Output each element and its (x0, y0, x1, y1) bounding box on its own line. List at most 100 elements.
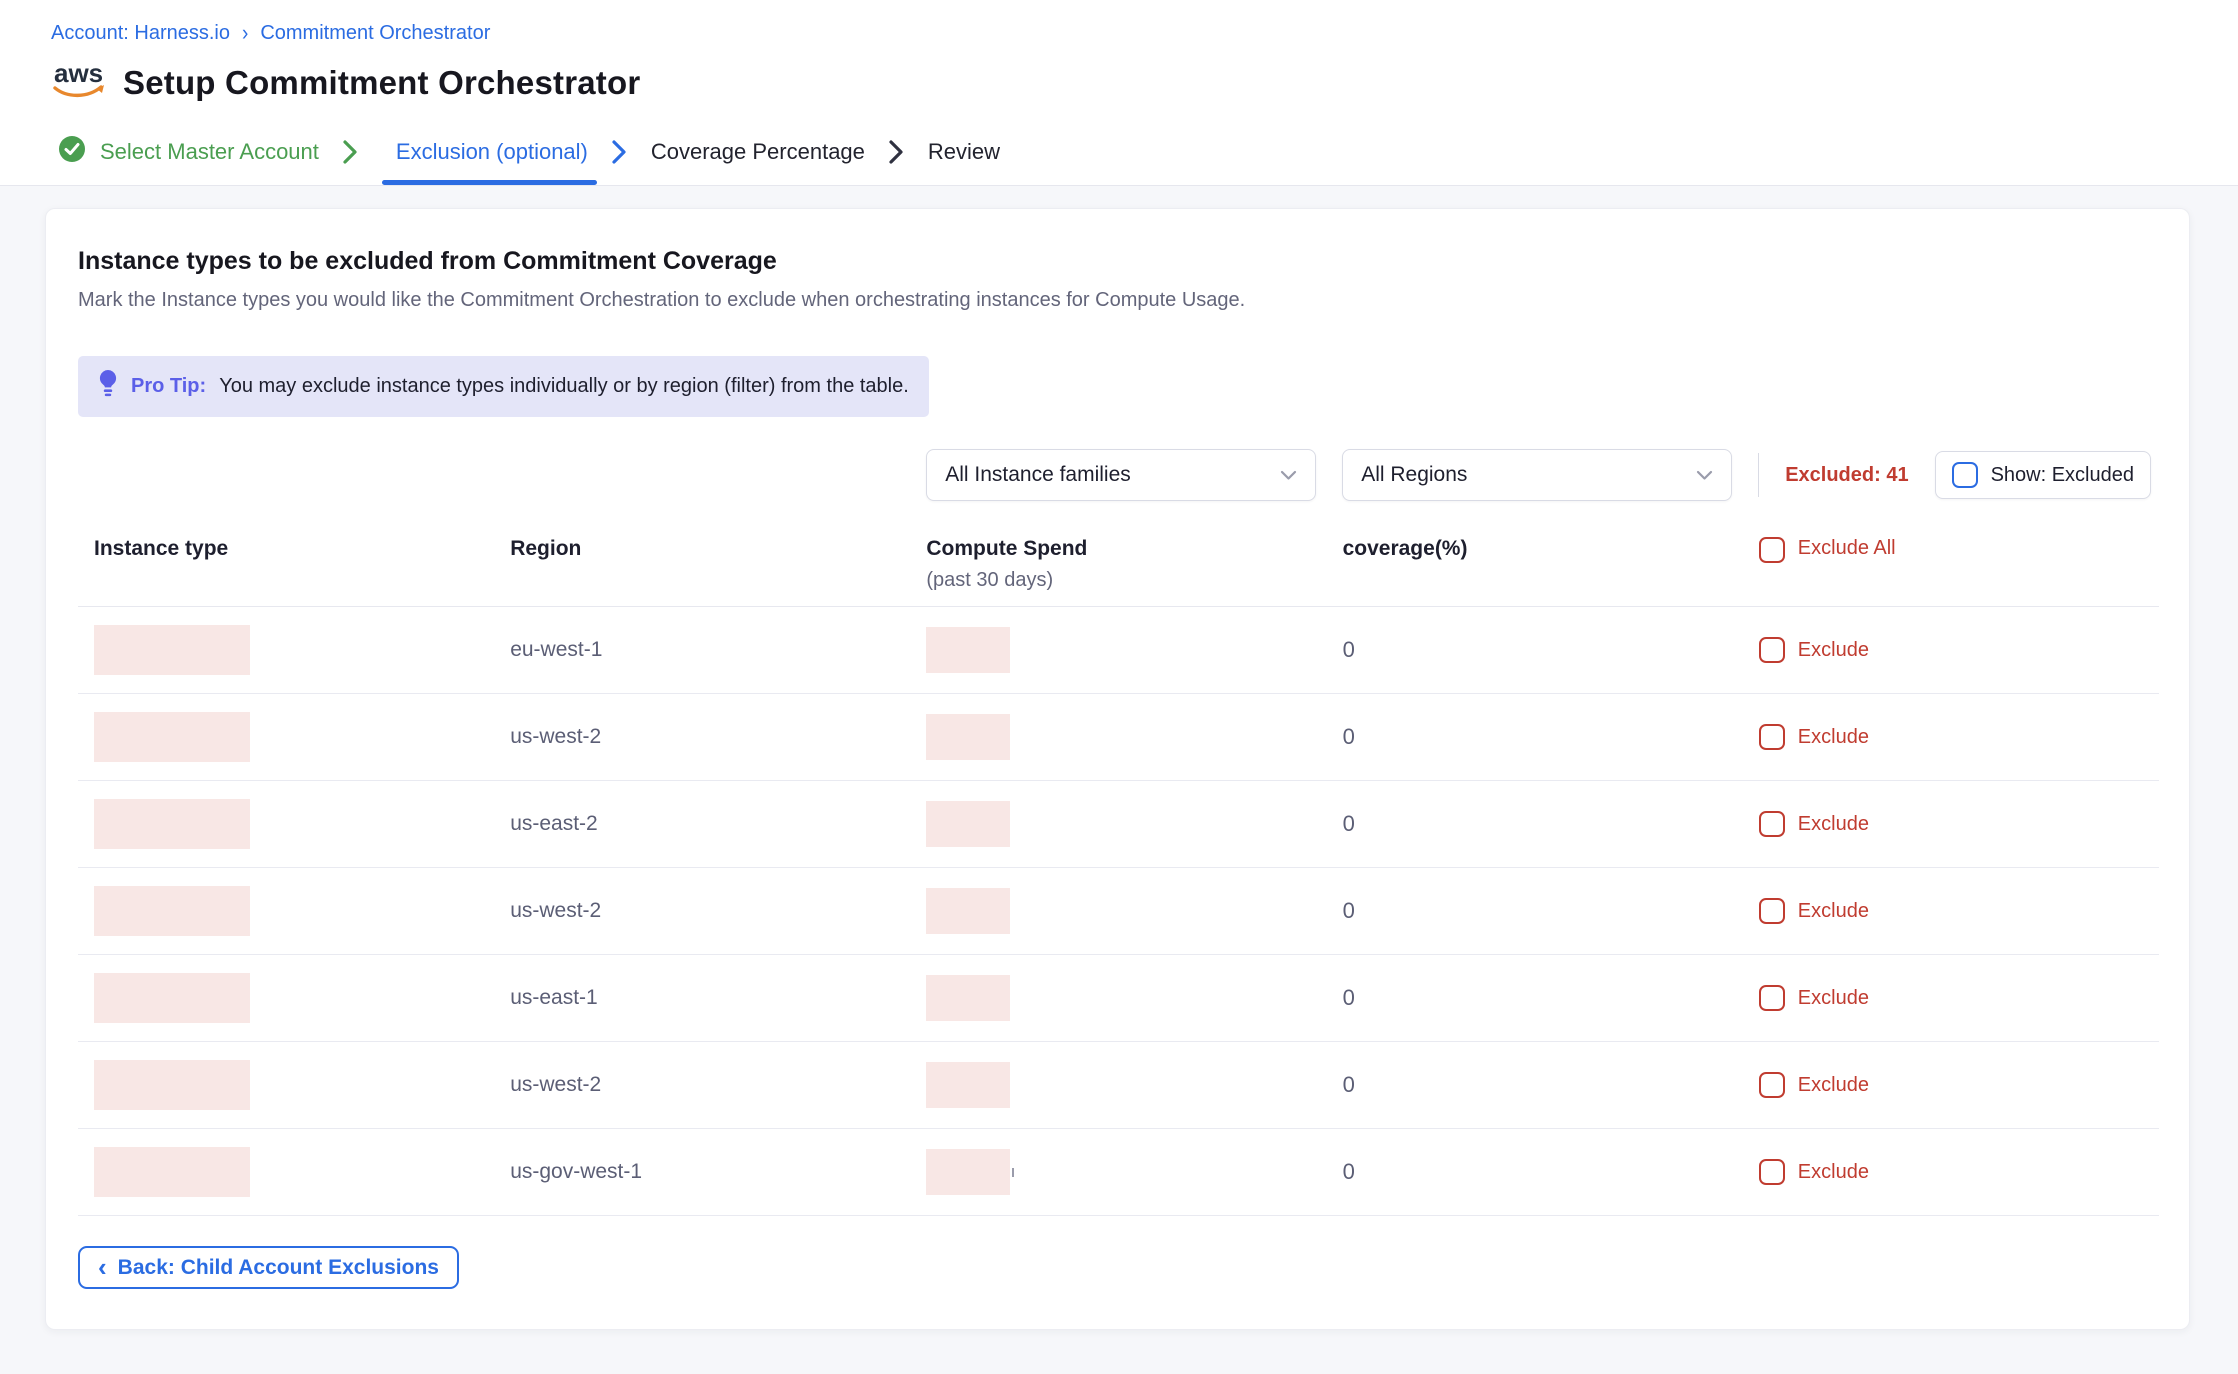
show-excluded-toggle[interactable]: Show: Excluded (1935, 451, 2151, 499)
chevron-down-icon (1696, 463, 1713, 487)
content-area: Instance types to be excluded from Commi… (0, 186, 2238, 1374)
coverage-value: 0 (1327, 724, 1743, 750)
step-exclusion[interactable]: Exclusion (optional) (396, 139, 588, 165)
exclude-control[interactable]: Exclude (1743, 898, 2159, 924)
table-row: us-west-2 0 Exclude (78, 868, 2159, 955)
exclude-label: Exclude (1798, 726, 1869, 749)
exclude-control[interactable]: Exclude (1743, 1072, 2159, 1098)
regions-dropdown[interactable]: All Regions (1342, 449, 1732, 501)
exclude-checkbox[interactable] (1759, 898, 1785, 924)
compute-spend-redaction (926, 888, 1010, 934)
region-value: us-west-2 (494, 1073, 910, 1097)
chevron-down-icon (1280, 463, 1297, 487)
table-header-row: Instance type Region Compute Spend (past… (78, 537, 2159, 607)
exclude-checkbox[interactable] (1759, 1072, 1785, 1098)
exclude-control[interactable]: Exclude (1743, 985, 2159, 1011)
page-header: Account: Harness.io › Commitment Orchest… (0, 0, 2238, 118)
region-value: us-west-2 (494, 899, 910, 923)
exclude-checkbox[interactable] (1759, 724, 1785, 750)
step-label: Select Master Account (100, 139, 319, 165)
instance-type-redaction (94, 712, 250, 762)
instance-type-redaction (94, 973, 250, 1023)
lightbulb-icon (98, 369, 118, 404)
step-label: Coverage Percentage (651, 139, 865, 165)
exclude-label: Exclude (1798, 639, 1869, 662)
region-value: us-west-2 (494, 725, 910, 749)
dropdown-value: All Regions (1361, 463, 1467, 487)
step-select-master-account[interactable]: Select Master Account (58, 118, 319, 185)
instance-type-redaction (94, 1147, 250, 1197)
instance-type-redaction (94, 1060, 250, 1110)
exclude-control[interactable]: Exclude (1743, 724, 2159, 750)
show-excluded-label: Show: Excluded (1991, 464, 2134, 487)
compute-spend-redaction (926, 714, 1010, 760)
chevron-right-icon (612, 139, 627, 165)
step-coverage-percentage[interactable]: Coverage Percentage (651, 118, 865, 185)
breadcrumb-account-link[interactable]: Account: Harness.io (51, 22, 230, 45)
setup-stepper: Select Master Account Exclusion (optiona… (0, 118, 2238, 186)
exclude-checkbox[interactable] (1759, 985, 1785, 1011)
exclude-control[interactable]: Exclude (1743, 1159, 2159, 1185)
step-exclusion-active-group: Exclusion (optional) (382, 118, 651, 185)
breadcrumb: Account: Harness.io › Commitment Orchest… (51, 22, 2238, 45)
region-value: us-east-1 (494, 986, 910, 1010)
col-header-instance-type: Instance type (78, 537, 494, 592)
exclude-all-label: Exclude All (1798, 537, 1896, 560)
exclude-all-checkbox[interactable] (1759, 537, 1785, 563)
compute-spend-redaction (926, 1149, 1010, 1195)
exclude-control[interactable]: Exclude (1743, 811, 2159, 837)
excluded-count-badge: Excluded: 41 (1785, 464, 1908, 487)
exclusion-table: Instance type Region Compute Spend (past… (78, 537, 2159, 1216)
pro-tip-label: Pro Tip: (131, 375, 206, 398)
table-row: us-gov-west-1 0 Exclude (78, 1129, 2159, 1216)
table-row: us-west-2 0 Exclude (78, 1042, 2159, 1129)
breadcrumb-current-link[interactable]: Commitment Orchestrator (260, 22, 490, 45)
vertical-divider (1758, 453, 1759, 497)
table-row: us-west-2 0 Exclude (78, 694, 2159, 781)
breadcrumb-separator-icon: › (242, 21, 248, 46)
exclude-all-control[interactable]: Exclude All (1743, 537, 2159, 592)
compute-spend-title: Compute Spend (926, 537, 1087, 560)
exclude-checkbox[interactable] (1759, 637, 1785, 663)
coverage-value: 0 (1327, 985, 1743, 1011)
col-header-compute-spend: Compute Spend (past 30 days) (910, 537, 1326, 592)
show-excluded-checkbox[interactable] (1952, 462, 1978, 488)
coverage-value: 0 (1327, 898, 1743, 924)
step-label: Review (928, 139, 1000, 165)
instance-families-dropdown[interactable]: All Instance families (926, 449, 1316, 501)
region-value: eu-west-1 (494, 638, 910, 662)
page-title: Setup Commitment Orchestrator (123, 64, 640, 102)
compute-spend-note: (past 30 days) (926, 569, 1326, 592)
exclude-label: Exclude (1798, 1074, 1869, 1097)
exclude-label: Exclude (1798, 987, 1869, 1010)
exclude-label: Exclude (1798, 900, 1869, 923)
exclude-label: Exclude (1798, 813, 1869, 836)
region-value: us-east-2 (494, 812, 910, 836)
region-value: us-gov-west-1 (494, 1160, 910, 1184)
back-child-account-exclusions-button[interactable]: ‹ Back: Child Account Exclusions (78, 1246, 459, 1289)
svg-text:aws: aws (54, 58, 103, 88)
aws-logo-icon: aws (51, 57, 107, 108)
table-row: eu-west-1 0 Exclude (78, 607, 2159, 694)
exclude-checkbox[interactable] (1759, 811, 1785, 837)
coverage-value: 0 (1327, 637, 1743, 663)
instance-type-redaction (94, 625, 250, 675)
dropdown-value: All Instance families (945, 463, 1131, 487)
compute-spend-redaction (926, 801, 1010, 847)
exclude-checkbox[interactable] (1759, 1159, 1785, 1185)
step-review[interactable]: Review (928, 118, 1000, 185)
instance-type-redaction (94, 799, 250, 849)
compute-spend-redaction (926, 1062, 1010, 1108)
panel-subtitle: Mark the Instance types you would like t… (78, 289, 2159, 312)
coverage-value: 0 (1327, 811, 1743, 837)
pro-tip-text: You may exclude instance types individua… (219, 375, 909, 398)
pro-tip-banner: Pro Tip: You may exclude instance types … (78, 356, 929, 417)
instance-type-redaction (94, 886, 250, 936)
exclude-label: Exclude (1798, 1161, 1869, 1184)
table-row: us-east-1 0 Exclude (78, 955, 2159, 1042)
back-button-label: Back: Child Account Exclusions (118, 1256, 439, 1280)
compute-spend-redaction (926, 627, 1010, 673)
exclude-control[interactable]: Exclude (1743, 637, 2159, 663)
col-header-coverage: coverage(%) (1327, 537, 1743, 592)
chevron-left-icon: ‹ (98, 1254, 107, 1280)
